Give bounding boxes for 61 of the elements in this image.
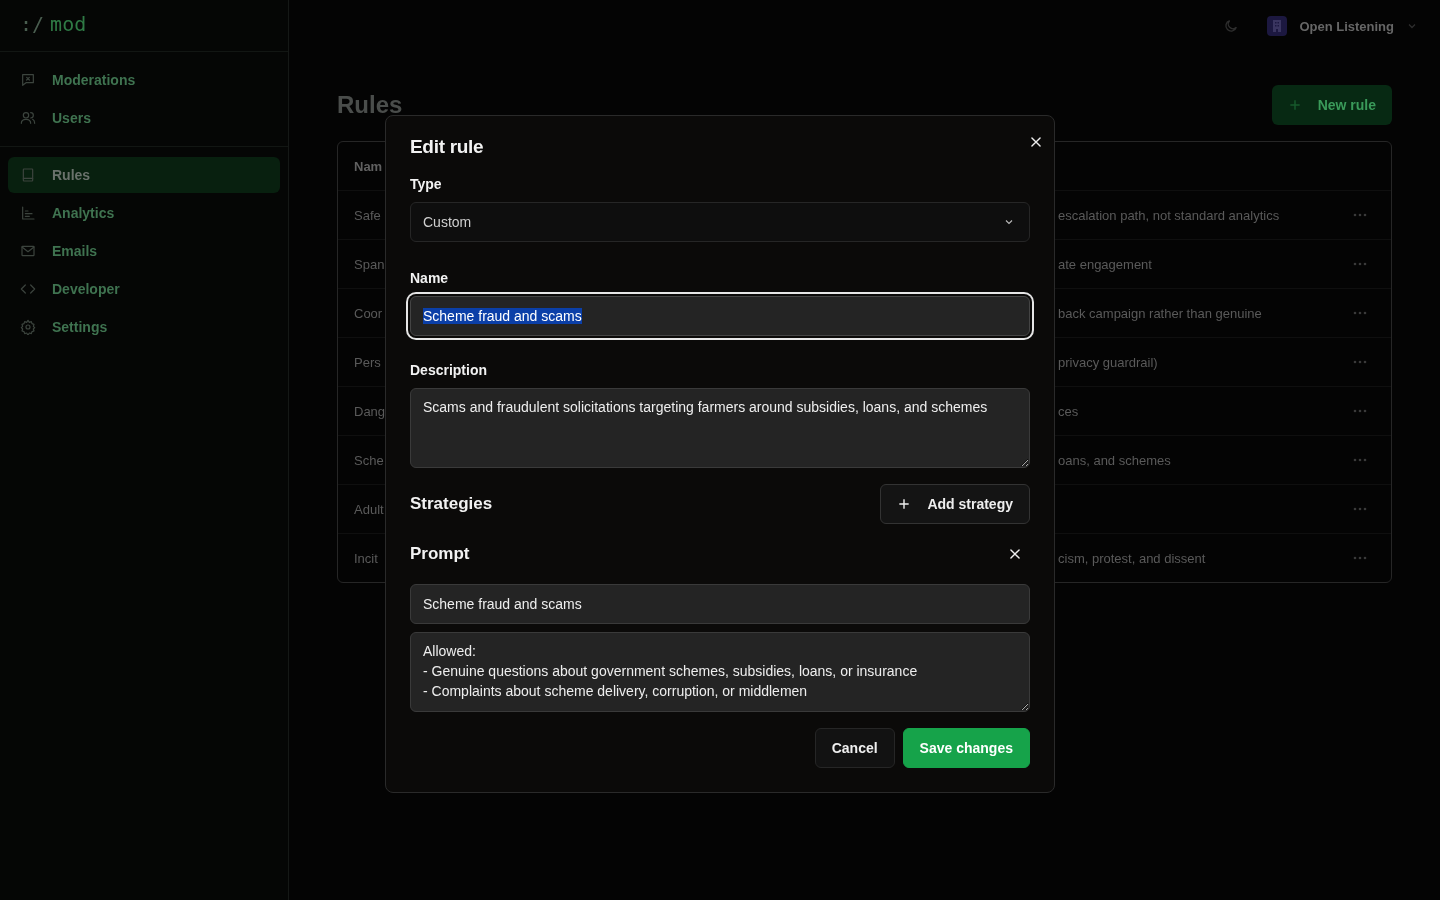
field-label: Type [410, 176, 443, 192]
table-cell: escalation path, not standard analytics [1058, 207, 1280, 223]
more-icon[interactable] [1353, 409, 1367, 413]
table-cell: Pers [354, 354, 381, 370]
chart-icon [20, 205, 36, 221]
nav-item[interactable]: Developer [8, 271, 280, 307]
save-button[interactable]: Save changes [902, 728, 1030, 768]
table-cell: oans, and schemes [1058, 452, 1171, 468]
nav-item[interactable]: Rules [8, 157, 280, 193]
table-cell: ces [1058, 403, 1079, 419]
table-cell: Incit [354, 550, 378, 566]
book-icon [20, 167, 36, 183]
prompt-name-field[interactable]: Scheme fraud and scams [410, 584, 1030, 624]
table-cell: privacy guardrail) [1058, 354, 1158, 370]
nav-item[interactable]: Settings [8, 309, 280, 345]
nav-item[interactable]: Users [8, 100, 280, 136]
more-icon[interactable] [1353, 507, 1367, 511]
add-strategy-button[interactable]: Add strategy [880, 484, 1030, 524]
message-icon [20, 72, 36, 88]
more-icon[interactable] [1353, 360, 1367, 364]
page-title: Rules [337, 91, 403, 119]
more-icon[interactable] [1353, 556, 1367, 560]
more-icon[interactable] [1353, 213, 1367, 217]
organization-switcher[interactable]: Open Listening [1267, 16, 1418, 36]
table-cell: Safe [354, 207, 381, 223]
settings-icon [20, 319, 36, 335]
table-cell: cism, protest, and dissent [1058, 550, 1206, 566]
table-cell: Span [354, 256, 385, 272]
prompt-text-field[interactable]: Allowed: - Genuine questions about government schemes, subsidies, loans, or insurance - Complaints about scheme delivery, corruption, or middlemen [410, 632, 1030, 712]
dialog-title: Edit rule [410, 136, 484, 158]
type-select[interactable]: Custom [410, 202, 1030, 242]
plus-icon [897, 497, 912, 511]
code-icon [20, 281, 36, 297]
table-cell: Adult [354, 501, 384, 517]
more-icon[interactable] [1353, 262, 1367, 266]
nav-item[interactable]: Analytics [8, 195, 280, 231]
field-label: Description [410, 362, 488, 378]
table-cell: Sche [354, 452, 384, 468]
moon-icon[interactable] [1223, 18, 1240, 34]
description-field[interactable]: Scams and fraudulent solicitations targeting farmers around subsidies, loans, and schemes [410, 388, 1030, 468]
field-label: Name [410, 270, 450, 286]
section-heading: Strategies [410, 494, 493, 514]
users-icon [20, 110, 36, 126]
table-cell: Dang [354, 403, 386, 419]
selected-text: Scheme fraud and scams [423, 308, 582, 324]
logo-mark: :/ [20, 12, 45, 38]
column-header: Nam [354, 158, 383, 174]
cancel-button[interactable]: Cancel [814, 728, 895, 768]
nav-item[interactable]: Moderations [8, 62, 280, 98]
mail-icon [20, 243, 36, 259]
logo-text: mod [50, 12, 87, 38]
nav-item[interactable]: Emails [8, 233, 280, 269]
table-cell: back campaign rather than genuine [1058, 305, 1262, 321]
table-cell: ate engagement [1058, 256, 1152, 272]
building-icon [1272, 20, 1283, 32]
new-rule-button[interactable]: New rule [1271, 85, 1392, 125]
table-cell: Coor [354, 305, 383, 321]
section-heading: Prompt [410, 544, 470, 564]
more-icon[interactable] [1353, 458, 1367, 462]
plus-icon [1287, 98, 1302, 112]
more-icon[interactable] [1353, 311, 1367, 315]
